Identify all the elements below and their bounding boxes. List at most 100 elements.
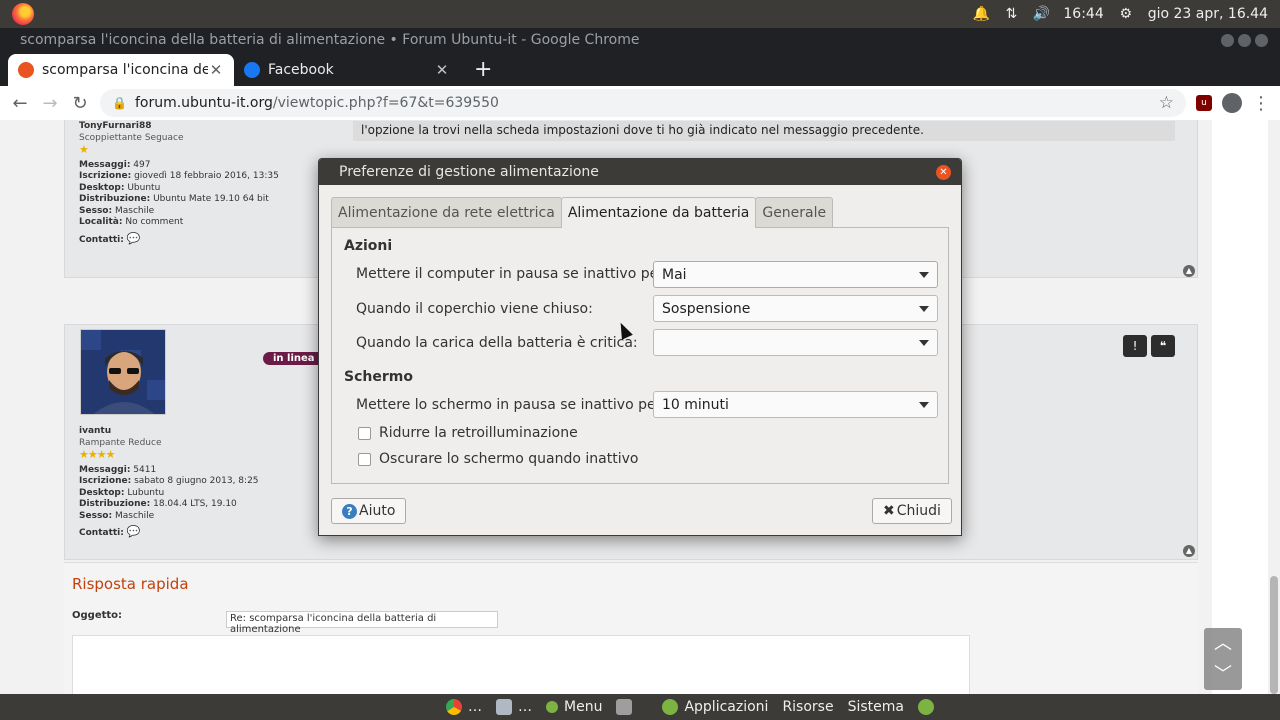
bell-icon[interactable]: 🔔 bbox=[973, 6, 990, 22]
facebook-favicon-icon bbox=[244, 62, 260, 78]
firefox-icon[interactable] bbox=[12, 3, 34, 25]
tab-battery-power[interactable]: Alimentazione da batteria bbox=[560, 197, 757, 228]
clock-time[interactable]: 16:44 bbox=[1063, 6, 1103, 22]
subject-input[interactable]: Re: scomparsa l'iconcina della batteria … bbox=[226, 611, 498, 635]
close-tab-icon[interactable]: ✕ bbox=[434, 61, 450, 79]
checkbox-box[interactable] bbox=[358, 426, 371, 440]
back-to-top-icon[interactable]: ▲ bbox=[1183, 545, 1195, 557]
message-textarea[interactable] bbox=[72, 635, 970, 694]
help-icon: ? bbox=[342, 503, 357, 519]
scroll-up-icon[interactable]: ︿ bbox=[1204, 628, 1242, 659]
chat-bubble-icon[interactable]: 💬 bbox=[127, 525, 141, 538]
chrome-menu-icon[interactable]: ⋮ bbox=[1252, 93, 1270, 114]
tab-title: Facebook bbox=[268, 62, 334, 78]
network-icon[interactable]: ⇅ bbox=[1003, 6, 1019, 22]
scroll-down-icon[interactable]: ﹀ bbox=[1204, 659, 1242, 690]
dialog-titlebar[interactable]: Preferenze di gestione alimentazione ✕ bbox=[319, 159, 961, 185]
tab-ac-power[interactable]: Alimentazione da rete elettrica bbox=[331, 197, 562, 227]
registered-label: Iscrizione: bbox=[79, 171, 132, 181]
messages-label: Messaggi: bbox=[79, 464, 131, 475]
desktop-label: Desktop: bbox=[79, 182, 125, 193]
sex-label: Sesso: bbox=[79, 510, 113, 521]
resources-label: Risorse bbox=[782, 699, 834, 715]
user-avatar[interactable] bbox=[80, 329, 166, 415]
close-tab-icon[interactable]: ✕ bbox=[208, 61, 224, 79]
bookmark-star-icon[interactable]: ☆ bbox=[1159, 93, 1174, 113]
applications-menu[interactable]: Applicazioni bbox=[662, 699, 768, 715]
mate-logo-icon bbox=[662, 699, 679, 715]
reduce-backlight-checkbox[interactable]: Ridurre la retroilluminazione bbox=[358, 425, 578, 441]
mate-logo-icon bbox=[917, 699, 934, 715]
help-button-label: Aiuto bbox=[359, 503, 396, 519]
chat-bubble-icon[interactable]: 💬 bbox=[127, 232, 141, 245]
back-icon[interactable]: ← bbox=[10, 93, 30, 114]
settings-icon[interactable]: ⚙ bbox=[1118, 6, 1134, 22]
back-to-top-icon[interactable]: ▲ bbox=[1183, 265, 1195, 277]
messages-count[interactable]: 5411 bbox=[133, 465, 156, 475]
close-icon: ✖ bbox=[883, 503, 895, 519]
forward-icon[interactable]: → bbox=[40, 93, 60, 114]
close-icon[interactable]: ✕ bbox=[936, 165, 951, 180]
taskbar-editor[interactable]: … bbox=[496, 699, 532, 715]
sex-value: Maschile bbox=[114, 510, 155, 521]
tab-forum[interactable]: scomparsa l'iconcina della ✕ bbox=[8, 54, 234, 86]
address-bar[interactable]: 🔒 forum.ubuntu-it.org/viewtopic.php?f=67… bbox=[100, 89, 1186, 117]
checkbox-box[interactable] bbox=[358, 452, 371, 466]
tab-facebook[interactable]: Facebook ✕ bbox=[234, 54, 460, 86]
lid-closed-select[interactable]: Sospensione bbox=[653, 295, 938, 322]
lock-icon[interactable]: 🔒 bbox=[112, 96, 127, 110]
selected-value: Sospensione bbox=[662, 300, 751, 317]
dialog-tabs: Alimentazione da rete elettrica Alimenta… bbox=[331, 197, 834, 228]
minimize-button[interactable] bbox=[1221, 34, 1234, 47]
battery-critical-select[interactable] bbox=[653, 329, 938, 356]
username[interactable]: TonyFurnari88 bbox=[79, 121, 151, 131]
system-menu[interactable]: Sistema bbox=[848, 699, 904, 715]
mate-menu-icon bbox=[546, 701, 558, 713]
clock-date[interactable]: gio 23 apr, 16.44 bbox=[1148, 6, 1268, 22]
taskbar-chrome[interactable]: … bbox=[446, 699, 482, 715]
ubuntu-favicon-icon bbox=[18, 62, 34, 78]
help-button[interactable]: ? Aiuto bbox=[331, 498, 407, 524]
profile-avatar-icon[interactable] bbox=[1222, 93, 1242, 113]
report-button[interactable]: ! bbox=[1123, 335, 1147, 357]
selected-value: 10 minuti bbox=[662, 396, 729, 413]
taskbar-label: … bbox=[468, 699, 482, 715]
registered-label: Iscrizione: bbox=[79, 476, 132, 486]
close-button[interactable]: ✖ Chiudi bbox=[872, 498, 952, 524]
chrome-icon bbox=[446, 699, 462, 715]
reload-icon[interactable]: ↻ bbox=[70, 93, 90, 114]
tab-general[interactable]: Generale bbox=[755, 197, 834, 227]
quote-button[interactable]: ❝ bbox=[1151, 335, 1175, 357]
mate-launcher[interactable] bbox=[917, 699, 940, 715]
username[interactable]: ivantu bbox=[79, 426, 111, 436]
dim-screen-checkbox[interactable]: Oscurare lo schermo quando inattivo bbox=[358, 451, 638, 467]
rank-stars-icon: ★ bbox=[79, 143, 89, 156]
sleep-computer-select[interactable]: Mai bbox=[653, 261, 938, 288]
applications-label: Applicazioni bbox=[684, 699, 769, 715]
toolbar: ← → ↻ 🔒 forum.ubuntu-it.org/viewtopic.ph… bbox=[0, 86, 1280, 120]
sleep-display-select[interactable]: 10 minuti bbox=[653, 391, 938, 418]
subject-label: Oggetto: bbox=[72, 610, 123, 621]
quick-reply: Risposta rapida Oggetto: Re: scomparsa l… bbox=[64, 562, 1198, 694]
tab-strip: scomparsa l'iconcina della ✕ Facebook ✕ … bbox=[0, 52, 1280, 86]
battery-critical-label: Quando la carica della batteria è critic… bbox=[356, 335, 638, 351]
trash-icon[interactable] bbox=[616, 699, 638, 715]
rank-stars-icon: ★★★★ bbox=[79, 448, 115, 461]
volume-icon[interactable]: 🔊 bbox=[1033, 6, 1050, 22]
contacts-label: Contatti: bbox=[79, 234, 124, 245]
url-domain: forum.ubuntu-it.org bbox=[134, 95, 273, 111]
bottom-panel: … … Menu Applicazioni Risorse Sistema bbox=[0, 694, 1280, 720]
messages-count[interactable]: 497 bbox=[133, 160, 150, 170]
tab-panel: Azioni Mettere il computer in pausa se i… bbox=[331, 227, 949, 484]
maximize-button[interactable] bbox=[1238, 34, 1251, 47]
resources-menu[interactable]: Risorse bbox=[782, 699, 833, 715]
scrollbar-thumb[interactable] bbox=[1270, 576, 1278, 694]
menu-button[interactable]: Menu bbox=[546, 699, 602, 715]
ublock-extension-icon[interactable]: u bbox=[1196, 95, 1212, 111]
page-scrollbar[interactable] bbox=[1268, 120, 1280, 694]
section-actions: Azioni bbox=[344, 238, 393, 254]
new-tab-icon[interactable]: + bbox=[474, 57, 492, 82]
tab-title: scomparsa l'iconcina della bbox=[42, 62, 208, 78]
registered-date: sabato 8 giugno 2013, 8:25 bbox=[134, 476, 259, 486]
close-window-button[interactable] bbox=[1255, 34, 1268, 47]
